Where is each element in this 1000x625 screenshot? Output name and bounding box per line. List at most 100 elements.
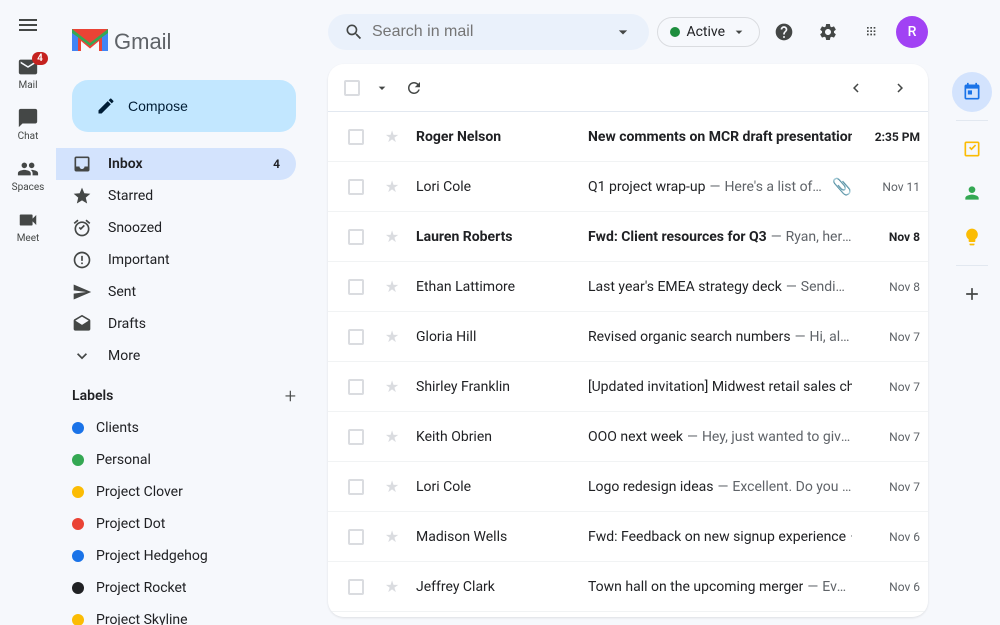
email-sender: Lori Cole [408, 179, 588, 195]
settings-button[interactable] [808, 12, 848, 52]
email-row[interactable]: ★ Lori Cole Q1 project wrap-up — Here's … [328, 162, 928, 212]
email-star[interactable]: ★ [385, 477, 399, 496]
email-checkbox[interactable] [348, 479, 364, 495]
email-checkbox-area [336, 479, 376, 495]
label-item-project-rocket[interactable]: Project Rocket [56, 572, 296, 604]
email-meta: 2:35 PM [852, 130, 920, 144]
email-subject: Fwd: Feedback on new signup experience [588, 529, 846, 545]
email-body: OOO next week — Hey, just wanted to give… [588, 429, 852, 445]
search-bar[interactable] [328, 14, 649, 50]
label-dot-project-dot [72, 518, 84, 530]
nav-item-important[interactable]: Important [56, 244, 296, 276]
email-body: Last year's EMEA strategy deck — Sending… [588, 279, 852, 295]
add-label-button[interactable]: + [285, 384, 296, 408]
active-status-button[interactable]: Active [657, 17, 760, 47]
nav-item-drafts[interactable]: Drafts [56, 308, 296, 340]
email-star[interactable]: ★ [385, 577, 399, 596]
select-all-checkbox[interactable] [336, 72, 368, 104]
label-item-personal[interactable]: Personal [56, 444, 296, 476]
email-star-area: ★ [376, 327, 408, 346]
email-row[interactable]: ★ Lauren Roberts Fwd: Client resources f… [328, 212, 928, 262]
right-panel-calendar[interactable] [952, 72, 992, 112]
email-checkbox-area [336, 579, 376, 595]
email-checkbox[interactable] [348, 379, 364, 395]
help-button[interactable] [764, 12, 804, 52]
label-dot-project-rocket [72, 582, 84, 594]
nav-label-important: Important [108, 252, 280, 268]
select-dropdown-button[interactable] [370, 72, 394, 104]
sidebar-item-meet[interactable]: Meet [4, 203, 52, 250]
email-star[interactable]: ★ [385, 177, 399, 196]
nav-more-button[interactable]: More [56, 340, 312, 372]
email-subject: New comments on MCR draft presentation [588, 129, 852, 145]
email-date: Nov 8 [860, 230, 920, 244]
nav-item-starred[interactable]: Starred [56, 180, 296, 212]
search-input[interactable] [372, 23, 605, 41]
email-checkbox[interactable] [348, 529, 364, 545]
next-page-button[interactable] [880, 68, 920, 108]
email-meta: Nov 8 [852, 280, 920, 294]
email-dash: — [786, 279, 797, 295]
email-star-area: ★ [376, 527, 408, 546]
email-sender: Jeffrey Clark [408, 579, 588, 595]
email-star[interactable]: ★ [385, 227, 399, 246]
right-panel-tasks[interactable] [952, 129, 992, 169]
email-star-area: ★ [376, 177, 408, 196]
label-item-project-clover[interactable]: Project Clover [56, 476, 296, 508]
apps-button[interactable] [852, 12, 892, 52]
prev-page-button[interactable] [836, 68, 876, 108]
nav-item-sent[interactable]: Sent [56, 276, 296, 308]
right-panel-add[interactable] [952, 274, 992, 314]
email-star[interactable]: ★ [385, 327, 399, 346]
email-checkbox[interactable] [348, 179, 364, 195]
email-row[interactable]: ★ Roger Nelson New comments on MCR draft… [328, 112, 928, 162]
chat-icon [17, 107, 39, 129]
label-item-project-skyline[interactable]: Project Skyline [56, 604, 296, 625]
email-row[interactable]: ★ Roger Nelson Two pics from the confere… [328, 612, 928, 617]
right-panel-contacts[interactable] [952, 173, 992, 213]
email-checkbox[interactable] [348, 279, 364, 295]
sidebar-item-mail[interactable]: Mail 4 [4, 50, 52, 97]
search-filter-icon[interactable] [613, 22, 633, 42]
email-star[interactable]: ★ [385, 527, 399, 546]
nav-label-starred: Starred [108, 188, 280, 204]
label-item-project-dot[interactable]: Project Dot [56, 508, 296, 540]
email-star[interactable]: ★ [385, 377, 399, 396]
email-checkbox[interactable] [348, 329, 364, 345]
email-star[interactable]: ★ [385, 277, 399, 296]
hamburger-menu-button[interactable] [4, 8, 52, 42]
email-star[interactable]: ★ [385, 427, 399, 446]
refresh-button[interactable] [398, 72, 430, 104]
inbox-icon [72, 154, 92, 174]
hamburger-icon [17, 14, 39, 36]
email-row[interactable]: ★ Gloria Hill Revised organic search num… [328, 312, 928, 362]
nav-item-inbox[interactable]: Inbox 4 [56, 148, 296, 180]
label-item-clients[interactable]: Clients [56, 412, 296, 444]
email-row[interactable]: ★ Jeffrey Clark Town hall on the upcomin… [328, 562, 928, 612]
compose-icon [96, 96, 116, 116]
email-checkbox[interactable] [348, 129, 364, 145]
email-checkbox[interactable] [348, 229, 364, 245]
email-row[interactable]: ★ Shirley Franklin [Updated invitation] … [328, 362, 928, 412]
email-row[interactable]: ★ Lori Cole Logo redesign ideas — Excell… [328, 462, 928, 512]
email-row[interactable]: ★ Ethan Lattimore Last year's EMEA strat… [328, 262, 928, 312]
email-meta: Nov 7 [852, 380, 920, 394]
email-checkbox[interactable] [348, 429, 364, 445]
email-subject: Revised organic search numbers [588, 329, 791, 345]
right-panel-keep[interactable] [952, 217, 992, 257]
mail-badge: 4 [32, 52, 48, 65]
sidebar-item-chat[interactable]: Chat [4, 101, 52, 148]
email-row[interactable]: ★ Madison Wells Fwd: Feedback on new sig… [328, 512, 928, 562]
email-sender: Shirley Franklin [408, 379, 588, 395]
email-star[interactable]: ★ [385, 127, 399, 146]
email-row[interactable]: ★ Keith Obrien OOO next week — Hey, just… [328, 412, 928, 462]
compose-button[interactable]: Compose [72, 80, 296, 132]
nav-item-snoozed[interactable]: Snoozed [56, 212, 296, 244]
user-avatar[interactable]: R [896, 16, 928, 48]
email-date: Nov 7 [860, 430, 920, 444]
label-item-project-hedgehog[interactable]: Project Hedgehog [56, 540, 296, 572]
nav-more-label: More [108, 348, 140, 364]
email-checkbox[interactable] [348, 579, 364, 595]
sidebar-item-spaces[interactable]: Spaces [4, 152, 52, 199]
nav-count-inbox: 4 [273, 157, 280, 171]
